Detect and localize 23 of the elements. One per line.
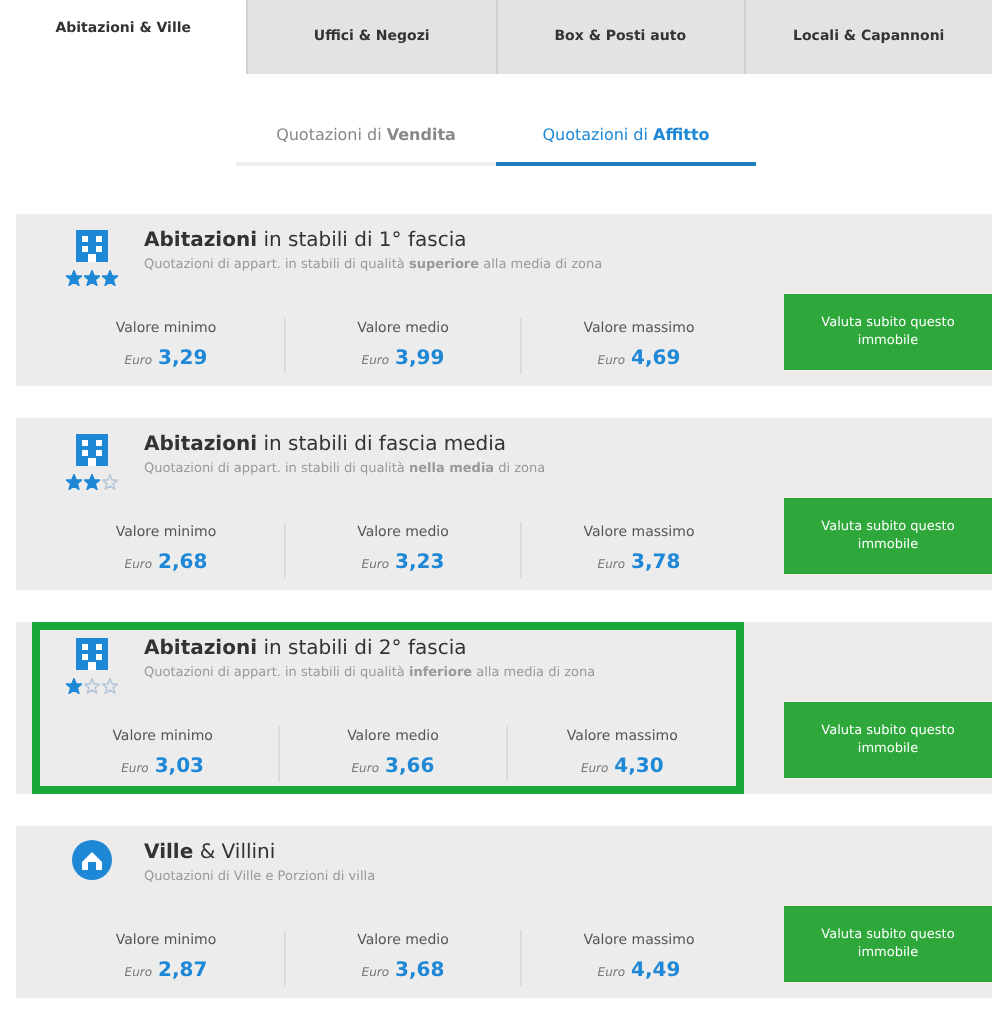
house-hand-icon: [70, 838, 114, 882]
price-value: 3,68: [395, 958, 445, 986]
price-value: 4,30: [614, 754, 664, 782]
price-value: 3,78: [631, 550, 681, 578]
price-value: 3,99: [395, 346, 445, 374]
building-icon: [74, 430, 110, 470]
price-value: 4,69: [631, 346, 681, 374]
card-title: Abitazioni in stabili di fascia media: [144, 432, 509, 460]
card-title: Abitazioni in stabili di 1° fascia: [144, 228, 469, 256]
building-icon: [74, 634, 110, 674]
price-value: 4,49: [631, 958, 681, 986]
price-value: 2,87: [158, 958, 208, 986]
price-value: 3,23: [395, 550, 445, 578]
price-value: 2,68: [158, 550, 208, 578]
card-title: Abitazioni in stabili di 2° fascia: [144, 636, 469, 664]
price-value: 3,03: [154, 754, 205, 782]
price-value: 3,29: [158, 346, 208, 374]
building-icon: [74, 226, 110, 266]
card-title: Ville & Villini: [144, 840, 278, 868]
star-icon: [66, 678, 82, 694]
quotation-tab[interactable]: Quotazioni di Affitto: [496, 110, 756, 166]
quotation-tab[interactable]: Quotazioni di Vendita: [236, 110, 496, 166]
price-value: 3,66: [385, 754, 435, 782]
